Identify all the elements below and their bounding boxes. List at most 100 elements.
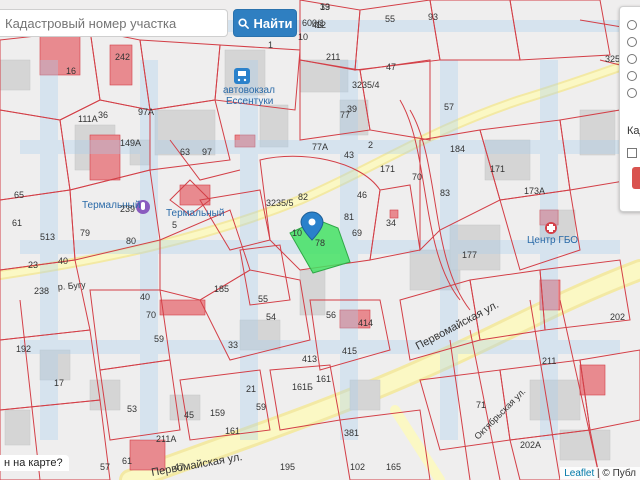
parcel-number-label: 47: [174, 462, 184, 472]
parcel-number-label: 79: [80, 228, 90, 238]
parcel-number-label: 77: [340, 110, 350, 120]
parcel-number-label: 70: [146, 310, 156, 320]
parcel-number-label: 10: [298, 32, 308, 42]
cadastral-map[interactable]: автовокзал Ессентуки Термальный Термальн…: [0, 0, 640, 480]
parcel-number-label: 413: [302, 354, 317, 364]
parcel-number-label: 71: [476, 400, 486, 410]
parcel-number-label: 81: [344, 212, 354, 222]
search-button-label: Найти: [253, 15, 293, 31]
parcel-number-label: 102: [350, 462, 365, 472]
parcel-number-label: 47: [386, 62, 396, 72]
parcel-number-label: 3235/5: [266, 198, 294, 208]
parcel-number-label: 600/1: [302, 18, 325, 28]
parcel-number-label: 211: [326, 52, 340, 62]
layer-radio-4[interactable]: [627, 71, 637, 81]
layer-radio-5[interactable]: [627, 88, 637, 98]
parcel-number-label: 202: [610, 312, 625, 322]
parcel-number-label: 171: [490, 164, 505, 174]
parcel-number-label: 171: [380, 164, 395, 174]
parcel-number-label: 173А: [524, 186, 545, 196]
parcel-number-label: 54: [266, 312, 276, 322]
parcel-number-label: 192: [16, 344, 31, 354]
place-label-gbo-center: Центр ГБО: [527, 235, 578, 246]
layer-checkbox[interactable]: [627, 148, 637, 158]
parcel-number-label: 415: [342, 346, 357, 356]
parcel-number-label: 33: [228, 340, 238, 350]
parcel-number-label: 165: [386, 462, 401, 472]
parcel-number-label: 61: [122, 456, 132, 466]
parcel-number-label: 63: [180, 147, 190, 157]
parcel-number-label: 69: [352, 228, 362, 238]
parcel-number-label: 21: [246, 384, 256, 394]
parcel-number-label: 3235/4: [352, 80, 380, 90]
parcel-number-label: 57: [100, 462, 110, 472]
parcel-number-label: 23: [28, 260, 38, 270]
parcel-number-label: 65: [14, 190, 24, 200]
map-question-link[interactable]: н на карте?: [0, 455, 69, 471]
search-icon: [237, 17, 249, 29]
parcel-number-label: 177: [462, 250, 477, 260]
parcel-number-label: 70: [412, 172, 422, 182]
layer-radio-2[interactable]: [627, 37, 637, 47]
layer-panel: Кад: [619, 6, 640, 212]
parcel-number-label: 34: [386, 218, 396, 228]
parcel-number-label: 45: [184, 410, 194, 420]
parcel-number-label: 159: [210, 408, 225, 418]
parcel-number-label: 36: [98, 110, 108, 120]
parcel-number-label: 202А: [520, 440, 541, 450]
parcel-number-label: 83: [440, 188, 450, 198]
parcel-number-label: 59: [154, 334, 164, 344]
parcel-number-label: 53: [127, 404, 137, 414]
parcel-number-label: 43: [344, 150, 354, 160]
parcel-number-label: 211А: [156, 434, 176, 444]
parcel-number-label: 78: [315, 238, 325, 248]
search-button[interactable]: Найти: [233, 9, 297, 37]
place-label-thermal-2: Термальный: [166, 208, 224, 219]
parcel-number-label: 39: [320, 2, 330, 12]
parcel-number-label: 77А: [312, 142, 328, 152]
parcel-number-label: 195: [280, 462, 295, 472]
parcel-number-label: 46: [357, 190, 367, 200]
parcel-number-label: 97: [202, 147, 212, 157]
parcel-number-label: 40: [140, 292, 150, 302]
leaflet-link[interactable]: Leaflet: [564, 468, 594, 479]
parcel-number-label: 61: [12, 218, 22, 228]
layer-radio-3[interactable]: [627, 54, 637, 64]
parcel-number-label: 414: [358, 318, 373, 328]
parcel-number-label: 242: [115, 52, 130, 62]
parcel-number-label: 82: [298, 192, 308, 202]
layer-panel-label: Кад: [627, 125, 640, 137]
parcel-number-label: 211: [542, 356, 556, 366]
parcel-number-label: 97А: [138, 107, 154, 117]
layer-radio-1[interactable]: [627, 20, 637, 30]
parcel-number-label: 57: [444, 102, 454, 112]
parcel-number-label: 161: [316, 374, 331, 384]
parcel-number-label: 55: [258, 294, 268, 304]
parcel-number-label: 149А: [120, 138, 141, 148]
parcel-number-label: 17: [54, 378, 64, 388]
parcel-number-label: 185: [214, 284, 229, 294]
map-attribution: Leaflet | © Публ: [560, 467, 640, 480]
layer-panel-button[interactable]: [632, 167, 640, 189]
place-label-bus-station: автовокзал: [223, 85, 275, 96]
bus-icon: [234, 68, 250, 84]
parcel-number-label: 1: [268, 40, 273, 50]
medical-icon: [545, 222, 557, 234]
parcel-number-label: 40: [58, 256, 68, 266]
parcel-number-label: 93: [428, 12, 438, 22]
parcel-number-label: 184: [450, 144, 465, 154]
parcel-number-label: 513: [40, 232, 55, 242]
parcel-number-label: 238: [34, 286, 49, 296]
parcel-number-label: 10: [292, 228, 302, 238]
cadastral-search-input[interactable]: [0, 9, 228, 37]
attribution-text: | © Публ: [594, 468, 636, 479]
parcel-number-label: 16: [66, 66, 76, 76]
place-label-bus-station-city: Ессентуки: [226, 96, 273, 107]
parcel-number-label: 111А: [78, 114, 98, 124]
parcel-number-label: 59: [256, 402, 266, 412]
parcel-number-label: 239: [120, 204, 135, 214]
parcel-number-label: 161Б: [292, 382, 313, 392]
parcel-number-label: 55: [385, 14, 395, 24]
parcel-number-label: 56: [326, 310, 336, 320]
parcel-number-label: 2: [368, 140, 373, 150]
